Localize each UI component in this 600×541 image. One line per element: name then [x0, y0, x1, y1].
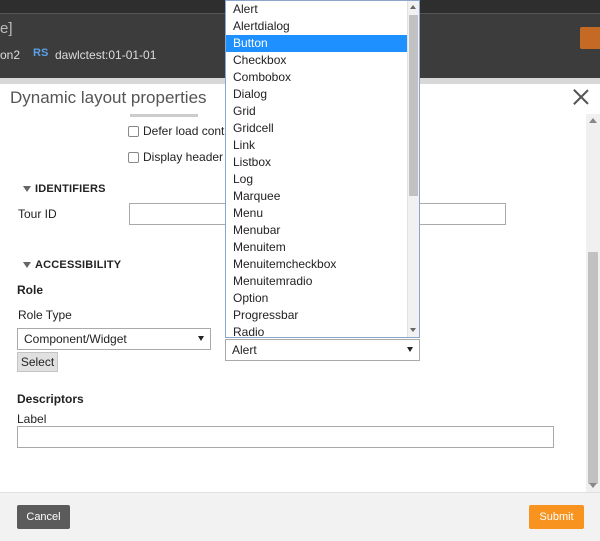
- ruleset-badge: RS: [33, 47, 49, 59]
- collapse-triangle-icon: [23, 262, 31, 268]
- role-option-combobox[interactable]: Combobox: [226, 69, 407, 86]
- label-input[interactable]: [17, 426, 554, 448]
- descriptors-label: Descriptors: [17, 392, 84, 406]
- header-action-button[interactable]: [580, 27, 600, 49]
- role-option-menubar[interactable]: Menubar: [226, 222, 407, 239]
- modal-title: Dynamic layout properties: [10, 88, 207, 107]
- defer-load-label: Defer load cont: [143, 124, 225, 138]
- scroll-down-arrow-icon[interactable]: [589, 483, 597, 488]
- accessibility-heading: ACCESSIBILITY: [35, 259, 122, 271]
- role-option-menuitemcheckbox[interactable]: Menuitemcheckbox: [226, 256, 407, 273]
- display-header-checkbox[interactable]: [128, 151, 139, 163]
- role-option-log[interactable]: Log: [226, 171, 407, 188]
- role-option-menu[interactable]: Menu: [226, 205, 407, 222]
- modal-scrollbar[interactable]: [586, 114, 600, 492]
- role-option-listbox[interactable]: Listbox: [226, 154, 407, 171]
- identifiers-heading: IDENTIFIERS: [35, 183, 106, 195]
- display-header-row: Display header: [128, 150, 223, 164]
- label-field-label: Label: [17, 412, 47, 426]
- submit-button[interactable]: Submit: [529, 505, 584, 529]
- role-option-alert[interactable]: Alert: [226, 1, 407, 18]
- role-type-label: Role Type: [18, 308, 72, 322]
- collapse-triangle-icon: [23, 186, 31, 192]
- scroll-up-arrow-icon[interactable]: [410, 5, 416, 9]
- role-option-grid[interactable]: Grid: [226, 103, 407, 120]
- close-icon[interactable]: [570, 86, 592, 108]
- dropdown-scroll-thumb[interactable]: [409, 15, 418, 196]
- role-options: Alert Alertdialog Button Checkbox Combobox Di…: [226, 1, 407, 337]
- role-option-marquee[interactable]: Marquee: [226, 188, 407, 205]
- role-type-select[interactable]: Component/Widget: [17, 328, 211, 350]
- ruleset-version: dawlctest:01-01-01: [55, 48, 157, 62]
- role-dropdown-list[interactable]: Alert Alertdialog Button Checkbox Combobox Di…: [225, 0, 420, 338]
- role-option-progressbar[interactable]: Progressbar: [226, 307, 407, 324]
- role-option-dialog[interactable]: Dialog: [226, 86, 407, 103]
- cancel-button[interactable]: Cancel: [17, 505, 70, 529]
- scroll-down-arrow-icon[interactable]: [410, 328, 416, 332]
- app-name-fragment: on2: [0, 48, 21, 62]
- role-option-alertdialog[interactable]: Alertdialog: [226, 18, 407, 35]
- accessibility-section-toggle[interactable]: ACCESSIBILITY: [23, 259, 121, 271]
- role-option-menuitemradio[interactable]: Menuitemradio: [226, 273, 407, 290]
- dropdown-scrollbar[interactable]: [407, 1, 419, 337]
- defer-load-row: Defer load cont: [128, 124, 224, 138]
- role-option-radio[interactable]: Radio: [226, 324, 407, 337]
- role-option-checkbox[interactable]: Checkbox: [226, 52, 407, 69]
- select-button[interactable]: Select: [17, 352, 58, 372]
- chevron-down-icon: [407, 347, 413, 352]
- role-label: Role: [17, 283, 44, 297]
- role-option-gridcell[interactable]: Gridcell: [226, 120, 407, 137]
- role-select-value: Alert: [232, 343, 257, 357]
- role-option-link[interactable]: Link: [226, 137, 407, 154]
- scroll-up-arrow-icon[interactable]: [589, 118, 597, 123]
- defer-load-checkbox[interactable]: [128, 125, 139, 137]
- modal-scroll-thumb[interactable]: [588, 252, 598, 484]
- app-title-fragment: e]: [0, 20, 13, 37]
- chevron-down-icon: [198, 336, 204, 341]
- identifiers-section-toggle[interactable]: IDENTIFIERS: [23, 183, 106, 195]
- field-fragment: [130, 114, 198, 117]
- role-select[interactable]: Alert: [225, 339, 420, 361]
- role-option-menuitem[interactable]: Menuitem: [226, 239, 407, 256]
- role-option-button[interactable]: Button: [226, 35, 407, 52]
- tour-id-label: Tour ID: [18, 207, 57, 221]
- role-type-value: Component/Widget: [24, 332, 127, 346]
- role-option-option[interactable]: Option: [226, 290, 407, 307]
- display-header-label: Display header: [143, 150, 224, 164]
- modal-footer: Cancel Submit: [0, 492, 600, 541]
